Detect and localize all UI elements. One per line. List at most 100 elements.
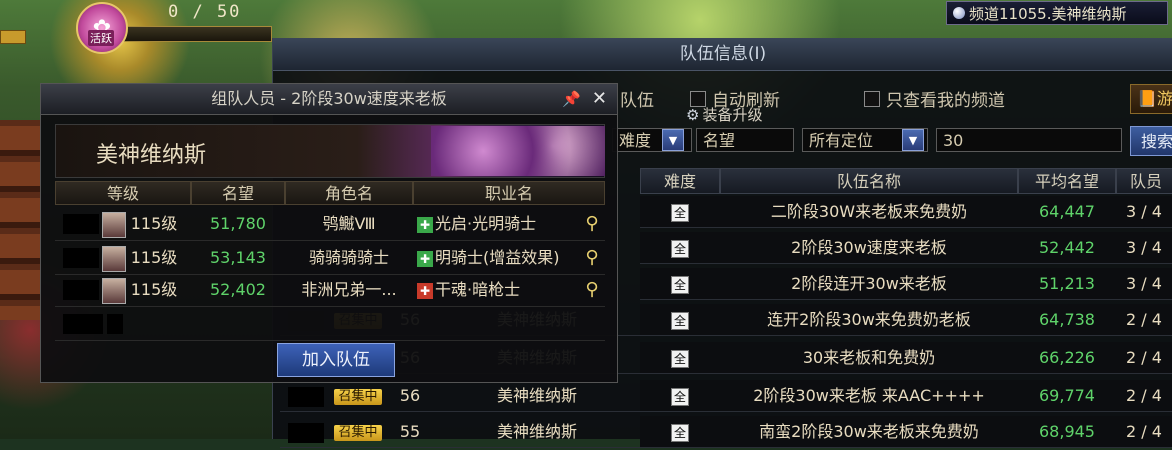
only-my-channel-label: 只查看我的频道 [886, 91, 1005, 111]
member-portrait [102, 277, 126, 304]
team-window-title: 队伍信息(I) [273, 38, 1172, 71]
popup-col-name: 角色名 [285, 181, 413, 205]
leader-name: 美神维纳斯 [434, 416, 640, 448]
min-reputation-input[interactable]: 30 [936, 128, 1122, 152]
team-row[interactable]: 召集中 55 美神维纳斯全南蛮2阶段30w来老板来免费奶 68,945 2 / 4 [272, 416, 1172, 450]
recruit-badge: 召集中 [334, 388, 382, 405]
job-class-icon: ✚ [417, 250, 433, 267]
avg-reputation: 51,213 [1018, 268, 1116, 300]
empty-slot-box [63, 314, 103, 334]
difficulty-icon: 全 [671, 275, 689, 294]
team-name: 30来老板和免费奶 [720, 342, 1018, 374]
activity-counter: 0 / 50 [168, 2, 242, 22]
avg-reputation: 69,774 [1018, 380, 1116, 412]
member-portrait [102, 245, 126, 272]
avg-reputation: 66,226 [1018, 342, 1116, 374]
member-level: 115级 [130, 214, 178, 233]
member-reputation: 53,143 [210, 248, 266, 267]
reputation-select[interactable]: 名望 [696, 128, 794, 152]
avg-reputation: 64,738 [1018, 304, 1116, 336]
hp-bar [0, 30, 26, 44]
member-count: 2 / 4 [1116, 342, 1172, 374]
member-count: 2 / 4 [1116, 380, 1172, 412]
member-job: 明骑士(增益效果) [435, 248, 560, 267]
only-my-channel-checkbox[interactable]: 只查看我的频道 [864, 86, 1005, 111]
counter-bar [120, 26, 272, 42]
position-dropdown-icon[interactable]: ▼ [902, 129, 924, 151]
avg-reputation: 68,945 [1018, 416, 1116, 448]
member-reputation: 51,780 [210, 214, 266, 233]
leader-level: 55 [386, 416, 434, 448]
team-row[interactable]: 召集中 56 美神维纳斯 全 2阶段30w来老板 来AAC++++ 69,774 2 / 4 [272, 380, 1172, 414]
channel-globe-icon [953, 7, 965, 19]
member-level: 115级 [130, 280, 178, 299]
member-job: 干魂·暗枪士 [435, 280, 521, 299]
equip-upgrade-label: 装备升级 [702, 106, 763, 124]
member-row[interactable]: 115级 52,402 非洲兄弟一... ✚ 干魂·暗枪士 ⚲ [55, 274, 605, 307]
member-level: 115级 [130, 248, 178, 267]
leader-name: 美神维纳斯 [434, 380, 640, 412]
member-row[interactable]: 115级 51,780 鸮鱡Ⅷ ✚ 光启·光明骑士 ⚲ [55, 208, 605, 241]
difficulty-icon: 全 [671, 311, 689, 330]
only-my-channel-box[interactable] [864, 90, 880, 107]
book-icon: 📙 [1137, 89, 1157, 108]
team-name: 2阶段30w来老板 来AAC++++ [720, 380, 1018, 412]
col-avg-reputation[interactable]: 平均名望 [1018, 168, 1116, 194]
inspect-search-icon[interactable]: ⚲ [579, 208, 605, 240]
pin-icon[interactable]: 📌 [562, 84, 581, 114]
member-name: 非洲兄弟一... [301, 280, 397, 299]
inspect-search-icon[interactable]: ⚲ [579, 274, 605, 306]
member-name: 鸮鱡Ⅷ [322, 214, 376, 233]
channel-indicator[interactable]: 频道11055.美神维纳斯 [946, 1, 1168, 25]
avg-reputation: 64,447 [1018, 196, 1116, 228]
leader-banner: 美神维纳斯 [55, 124, 605, 178]
join-team-button[interactable]: 加入队伍 [277, 343, 395, 377]
equip-upgrade-badge[interactable]: ⚙ 装备升级 [686, 104, 762, 125]
difficulty-dropdown-icon[interactable]: ▼ [662, 129, 684, 151]
popup-col-reputation: 名望 [191, 181, 285, 205]
empty-member-slot [55, 308, 605, 341]
member-count: 2 / 4 [1116, 416, 1172, 448]
popup-col-level: 等级 [55, 181, 191, 205]
job-class-icon: ✚ [417, 216, 433, 233]
popup-title-text: 组队人员 - 2阶段30w速度来老板 [211, 89, 447, 108]
member-row[interactable]: 115级 53,143 骑骑骑骑士 ✚ 明骑士(增益效果) ⚲ [55, 242, 605, 275]
member-count: 2 / 4 [1116, 304, 1172, 336]
empty-slot-box [63, 248, 99, 268]
channel-label: 频道11055.美神维纳斯 [969, 4, 1127, 23]
leader-portrait-art [431, 126, 605, 176]
difficulty-icon: 全 [671, 203, 689, 222]
team-name: 2阶段连开30w来老板 [720, 268, 1018, 300]
difficulty-icon: 全 [671, 349, 689, 368]
member-count: 3 / 4 [1116, 196, 1172, 228]
activity-avatar-icon[interactable]: ✿ [76, 2, 128, 54]
team-name: 2阶段30w速度来老板 [720, 232, 1018, 264]
guide-book-button[interactable]: 📙游 [1130, 84, 1172, 114]
leader-name: 美神维纳斯 [96, 143, 207, 168]
empty-slot-box [63, 214, 99, 234]
col-difficulty[interactable]: 难度 [640, 168, 720, 194]
col-members[interactable]: 队员 [1116, 168, 1172, 194]
close-icon[interactable]: ✕ [592, 84, 607, 114]
empty-slot-box [288, 422, 324, 443]
difficulty-icon: 全 [671, 387, 689, 406]
team-name: 连开2阶段30w来免费奶老板 [720, 304, 1018, 336]
member-name: 骑骑骑骑士 [308, 248, 389, 267]
empty-slot-box [288, 386, 324, 407]
member-reputation: 52,402 [210, 280, 266, 299]
gear-icon: ⚙ [686, 105, 700, 124]
inspect-search-icon[interactable]: ⚲ [579, 242, 605, 274]
avg-reputation: 52,442 [1018, 232, 1116, 264]
leader-level: 56 [386, 380, 434, 412]
difficulty-icon: 全 [671, 239, 689, 258]
member-count: 3 / 4 [1116, 232, 1172, 264]
job-class-icon: ✚ [417, 282, 433, 299]
search-button[interactable]: 搜索 [1130, 126, 1172, 156]
party-members-popup: 组队人员 - 2阶段30w速度来老板 📌 ✕ 美神维纳斯 等级 名望 角色名 职… [40, 83, 618, 383]
avatar-tag: 活跃 [88, 30, 114, 46]
empty-slot-box [107, 314, 123, 334]
member-portrait [102, 211, 126, 238]
team-tab-fragment[interactable]: 队伍 [620, 86, 654, 111]
col-team-name[interactable]: 队伍名称 [720, 168, 1018, 194]
popup-title: 组队人员 - 2阶段30w速度来老板 📌 ✕ [41, 84, 617, 115]
